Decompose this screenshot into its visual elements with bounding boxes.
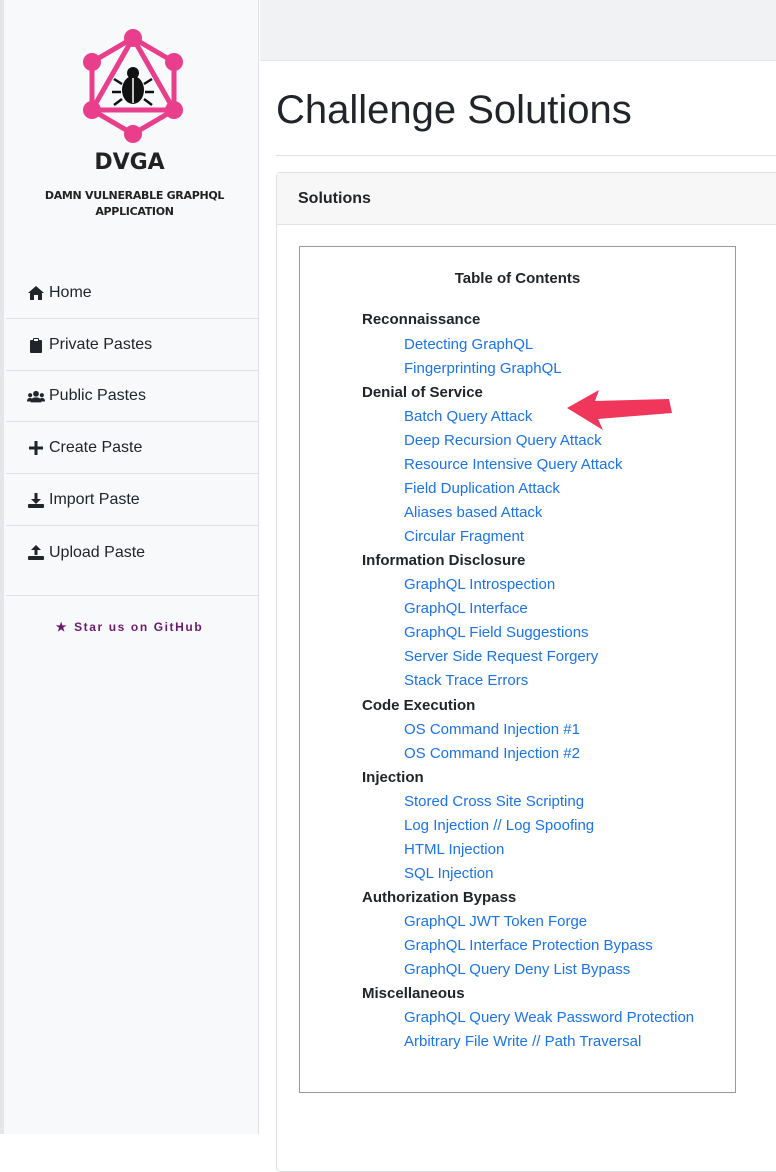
sidebar-item-label: Public Pastes (49, 387, 146, 404)
sidebar-item-label: Create Paste (49, 439, 143, 456)
toc-link[interactable]: Detecting GraphQL (404, 336, 533, 353)
toc-link[interactable]: Batch Query Attack (404, 408, 532, 425)
github-star-link[interactable]: ★ Star us on GitHub (0, 620, 259, 634)
sidebar-item-label: Private Pastes (49, 336, 153, 353)
toc-heading: Table of Contents (454, 270, 581, 287)
toc-link[interactable]: GraphQL Introspection (404, 576, 555, 593)
brand-title: DVGA (94, 150, 165, 175)
clipboard-icon (27, 336, 45, 354)
toc-link[interactable]: GraphQL Field Suggestions (404, 624, 589, 641)
brand-subtitle: DAMN VULNERABLE GRAPHQL APPLICATION (44, 189, 225, 218)
toc-link[interactable]: OS Command Injection #2 (404, 745, 580, 762)
star-icon: ★ (55, 620, 69, 634)
toc-link[interactable]: Aliases based Attack (404, 504, 542, 521)
toc-section-information-disclosure: Information Disclosure (362, 552, 526, 569)
page-title: Challenge Solutions (276, 88, 632, 132)
sidebar: DVGA DAMN VULNERABLE GRAPHQL APPLICATION… (0, 0, 259, 1134)
toc-section-code-execution: Code Execution (362, 697, 476, 714)
plus-icon (27, 439, 45, 457)
sidebar-divider (6, 595, 258, 596)
toc-link[interactable]: Log Injection // Log Spoofing (404, 817, 594, 834)
toc-link[interactable]: GraphQL Interface Protection Bypass (404, 937, 653, 954)
github-star-label: Star us on GitHub (74, 620, 204, 634)
toc-section-miscellaneous: Miscellaneous (362, 985, 465, 1002)
sidebar-item-label: Import Paste (49, 491, 140, 508)
toc-link[interactable]: GraphQL JWT Token Forge (404, 913, 587, 930)
toc-section-authorization-bypass: Authorization Bypass (362, 889, 517, 906)
dvga-logo-icon[interactable] (77, 26, 189, 144)
sidebar-item-public-pastes[interactable]: Public Pastes (6, 371, 258, 422)
toc-link[interactable]: Field Duplication Attack (404, 480, 560, 497)
toc-link[interactable]: SQL Injection (404, 865, 494, 882)
sidebar-item-private-pastes[interactable]: Private Pastes (6, 320, 258, 371)
toc-link[interactable]: Arbitrary File Write // Path Traversal (404, 1033, 641, 1050)
sidebar-item-home[interactable]: Home (6, 268, 258, 319)
toc-section-denial-of-service: Denial of Service (362, 384, 483, 401)
users-icon (27, 387, 45, 405)
title-divider (276, 155, 776, 156)
toc-link[interactable]: Stored Cross Site Scripting (404, 793, 584, 810)
toc-section-injection: Injection (362, 769, 424, 786)
toc-link[interactable]: Resource Intensive Query Attack (404, 456, 622, 473)
annotation-arrow-icon (567, 390, 672, 430)
home-icon (27, 284, 45, 302)
upload-icon (27, 544, 45, 562)
toc-link[interactable]: OS Command Injection #1 (404, 721, 580, 738)
sidebar-item-upload-paste[interactable]: Upload Paste (6, 527, 258, 578)
toc-link[interactable]: GraphQL Query Deny List Bypass (404, 961, 630, 978)
top-navbar (260, 0, 776, 61)
toc-link[interactable]: GraphQL Query Weak Password Protection (404, 1009, 694, 1026)
sidebar-item-create-paste[interactable]: Create Paste (6, 423, 258, 474)
card-header: Solutions (277, 173, 776, 225)
sidebar-item-import-paste[interactable]: Import Paste (6, 475, 258, 526)
toc-link[interactable]: Circular Fragment (404, 528, 524, 545)
toc-section-reconnaissance: Reconnaissance (362, 311, 481, 328)
sidebar-item-label: Upload Paste (49, 543, 146, 561)
toc-link[interactable]: HTML Injection (404, 841, 504, 858)
toc-link[interactable]: Stack Trace Errors (404, 672, 528, 689)
toc-link[interactable]: Server Side Request Forgery (404, 648, 598, 665)
toc-link[interactable]: Fingerprinting GraphQL (404, 360, 562, 377)
toc-link[interactable]: GraphQL Interface (404, 600, 528, 617)
toc-link[interactable]: Deep Recursion Query Attack (404, 432, 602, 449)
download-icon (27, 491, 45, 509)
sidebar-item-label: Home (49, 284, 92, 301)
